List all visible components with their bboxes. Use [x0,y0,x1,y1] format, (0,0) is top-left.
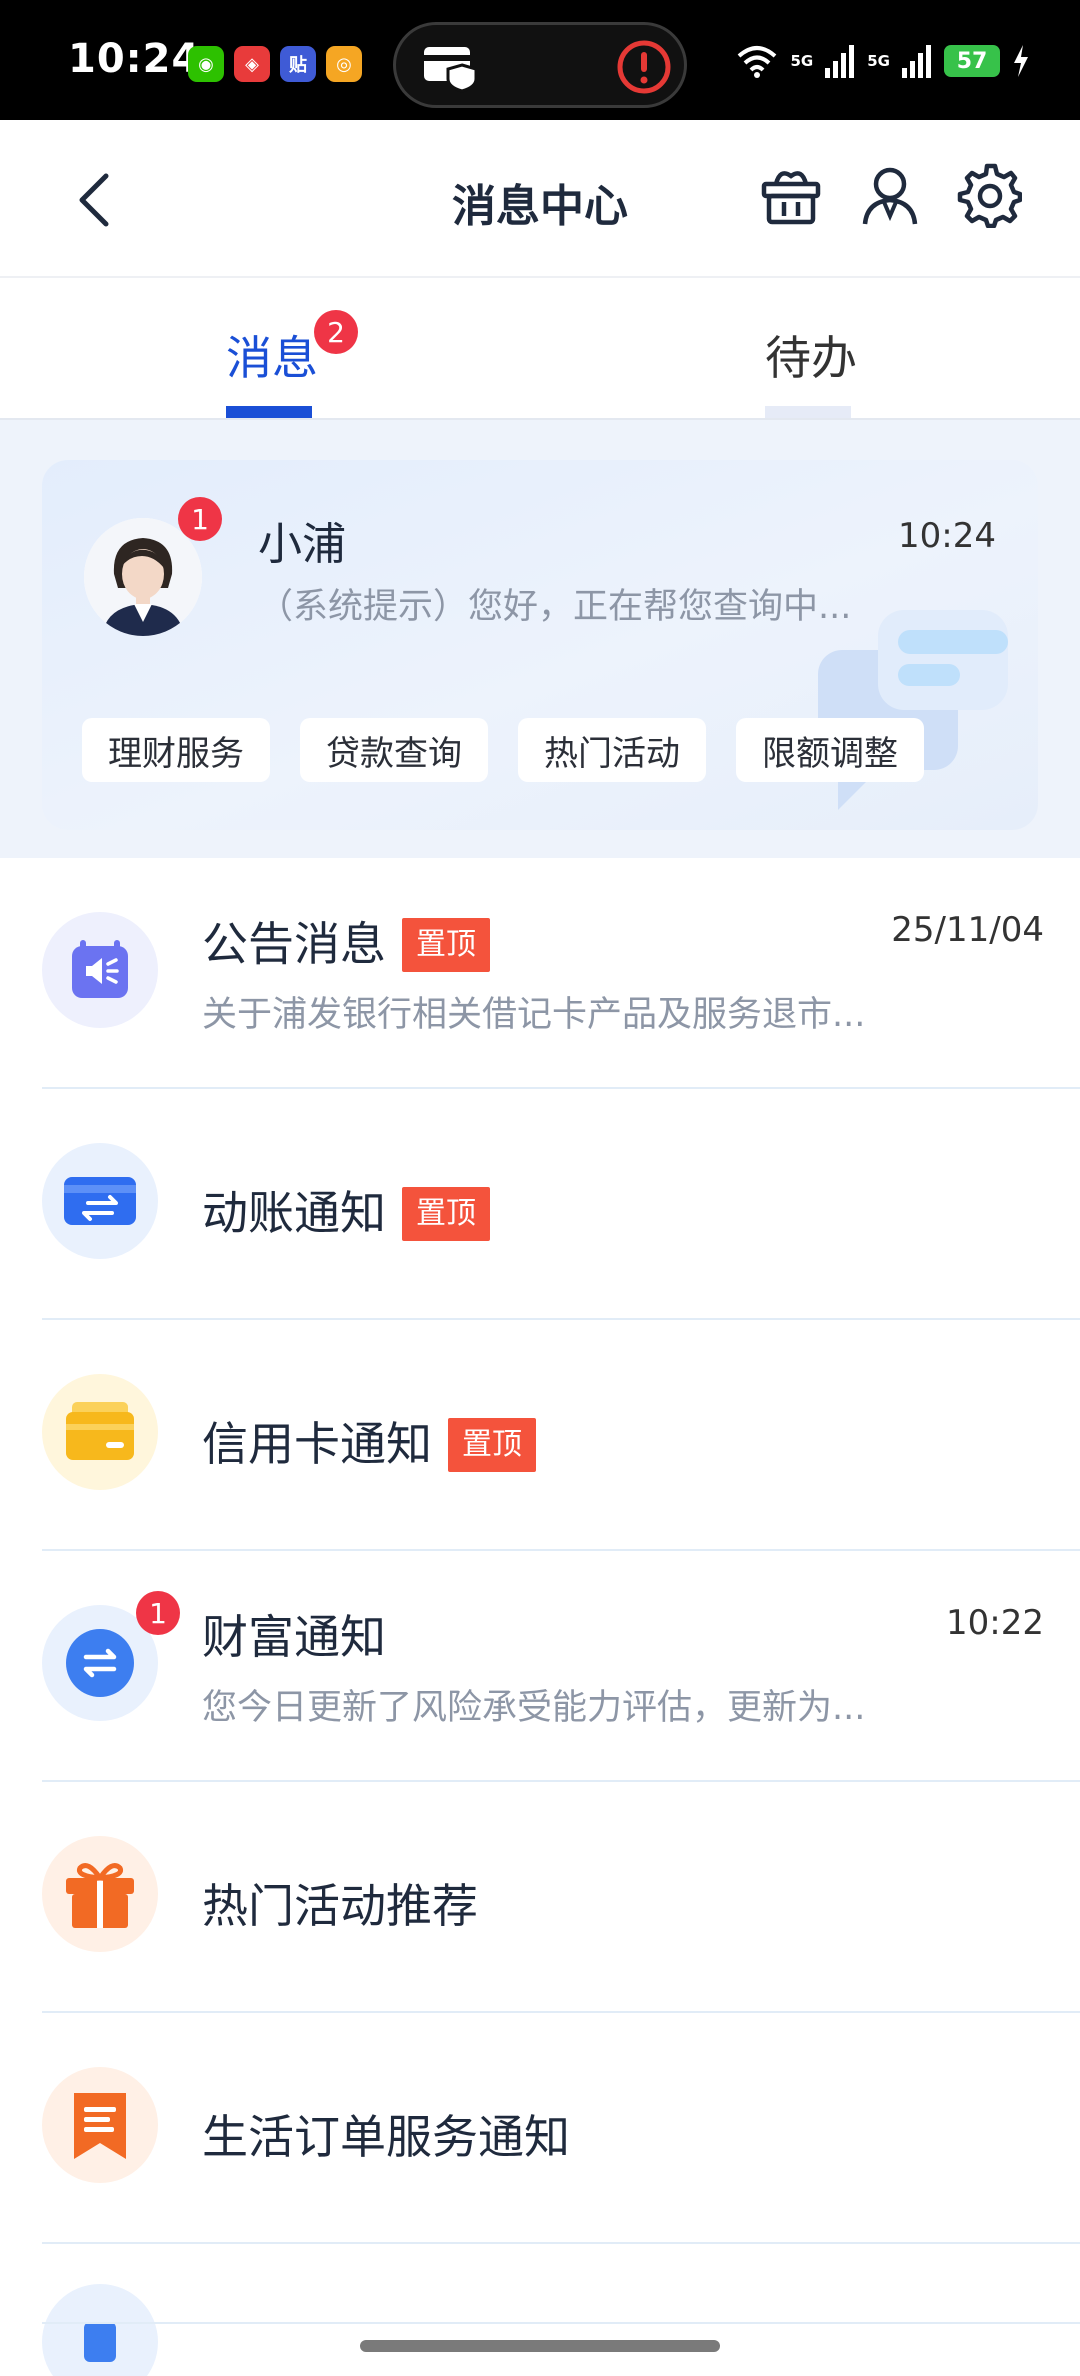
gift-icon [42,1836,158,1952]
assistant-name: 小浦 [258,519,346,570]
list-item-title: 生活订单服务通知 [202,2110,570,2164]
list-item[interactable]: 信用卡通知 置顶 [0,1320,1080,1551]
tab-todo[interactable]: 待办 [765,322,857,388]
settings-gear-icon[interactable] [956,162,1022,228]
quick-action-wealth[interactable]: 理财服务 [82,718,270,782]
list-item-title: 动账通知 置顶 [202,1177,490,1243]
signal-label-2: 5G [867,52,890,70]
list-item[interactable] [0,2244,1080,2376]
weibo-icon: ◎ [326,46,362,82]
customer-service-icon[interactable] [857,162,923,228]
list-item-title: 热门活动推荐 [202,1879,478,1933]
tab-todo-indicator [765,406,851,418]
list-item[interactable]: 公告消息 置顶 25/11/04 关于浦发银行相关借记卡产品及服务退市... [0,858,1080,1089]
tieba-icon: 贴 [280,46,316,82]
assistant-time: 10:24 [898,516,996,556]
account-transfer-icon [42,1143,158,1259]
status-indicators: 5G 5G 57 [735,44,1031,78]
list-item[interactable]: 热门活动推荐 [0,1782,1080,2013]
credit-card-icon [42,1374,158,1490]
quick-action-loan[interactable]: 贷款查询 [300,718,488,782]
home-indicator[interactable] [360,2340,720,2352]
list-item-preview: 关于浦发银行相关借记卡产品及服务退市... [202,995,866,1035]
list-item-preview: 您今日更新了风险承受能力评估，更新为... [202,1688,866,1728]
status-app-icons: ◉ ◈ 贴 ◎ [188,46,362,82]
list-item-time: 25/11/04 [891,910,1044,950]
tab-messages-badge: 2 [314,310,358,354]
list-item[interactable]: 1 财富通知 10:22 您今日更新了风险承受能力评估，更新为... [0,1551,1080,1782]
alert-icon [617,40,671,94]
list-item-time: 10:22 [946,1603,1044,1643]
status-bar: 10:24 ◉ ◈ 贴 ◎ 5G 5G 57 [0,0,1080,120]
assistant-preview: （系统提示）您好，正在帮您查询中... [258,587,852,627]
app2-icon: ◈ [234,46,270,82]
list-item[interactable]: 动账通知 置顶 [0,1089,1080,1320]
list-item-title: 公告消息 置顶 [202,908,490,974]
list-item-title: 财富通知 [202,1610,386,1664]
tab-bar: 消息 2 待办 [0,278,1080,418]
pinned-tag: 置顶 [402,918,490,972]
signal-label-1: 5G [790,52,814,70]
tab-messages-indicator [226,406,312,418]
gift-basket-icon[interactable] [758,162,824,228]
bookmark-icon [42,2067,158,2183]
list-item-title: 信用卡通知 置顶 [202,1408,536,1474]
message-list: 公告消息 置顶 25/11/04 关于浦发银行相关借记卡产品及服务退市... 动账… [0,858,1080,2376]
pinned-tag: 置顶 [448,1418,536,1472]
quick-action-activity[interactable]: 热门活动 [518,718,706,782]
list-item-icon [42,2284,158,2376]
assistant-unread-badge: 1 [178,497,222,541]
charging-icon [1014,45,1028,77]
quick-actions: 理财服务 贷款查询 热门活动 限额调整 [82,718,924,782]
quick-action-limit[interactable]: 限额调整 [736,718,924,782]
list-item[interactable]: 生活订单服务通知 [0,2013,1080,2244]
status-time: 10:24 [68,36,201,82]
assistant-section: 小浦 10:24 （系统提示）您好，正在帮您查询中... 理财服务 贷款查询 热… [0,418,1080,858]
announcement-icon [42,912,158,1028]
card-shield-icon [424,47,478,93]
signal-bars-icon [825,45,855,78]
tab-messages[interactable]: 消息 [226,322,318,388]
dynamic-island[interactable] [393,22,687,108]
wifi-icon [737,46,776,78]
unread-badge: 1 [136,1591,180,1635]
pinned-tag: 置顶 [402,1187,490,1241]
nav-bar: 消息中心 [0,120,1080,278]
wechat-icon: ◉ [188,46,224,82]
battery-indicator: 57 [944,45,1000,77]
assistant-avatar [84,518,202,636]
signal-bars-icon [902,45,931,78]
